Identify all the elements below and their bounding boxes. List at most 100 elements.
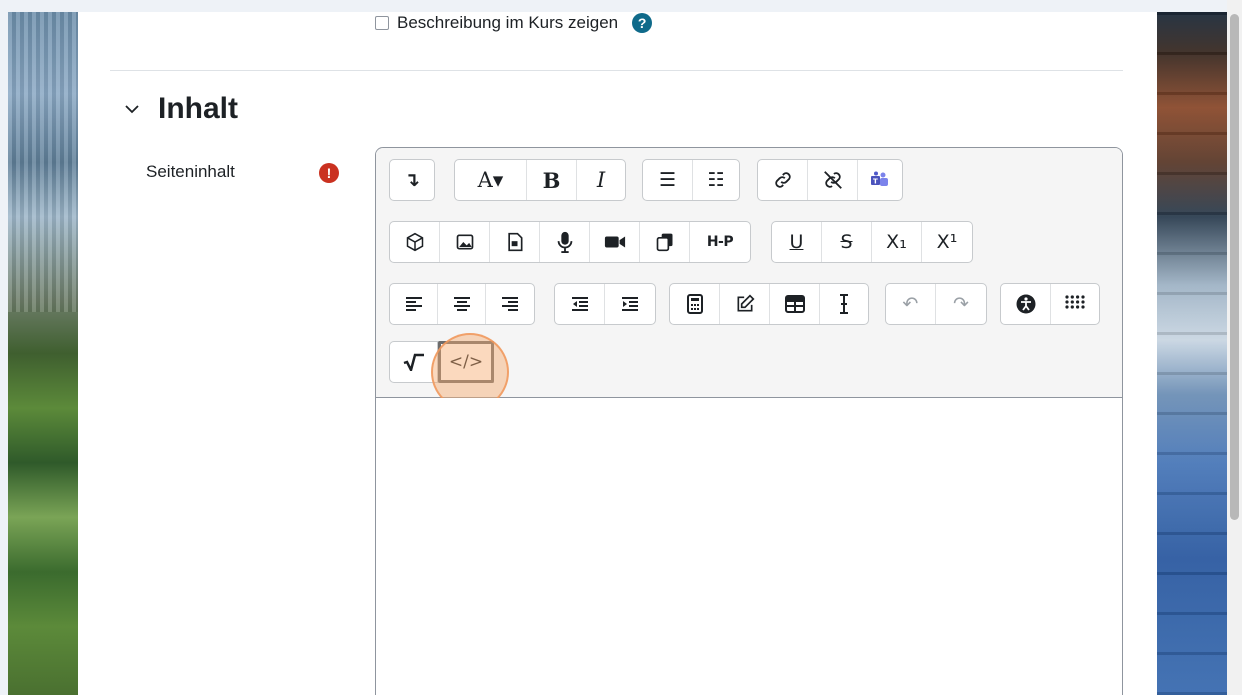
background-image-left bbox=[8, 12, 78, 695]
superscript-icon: X¹ bbox=[936, 231, 958, 253]
teams-meeting-button[interactable]: T bbox=[858, 160, 902, 200]
background-image-right bbox=[1157, 12, 1227, 695]
section-divider bbox=[110, 70, 1123, 71]
svg-text:T: T bbox=[873, 178, 878, 186]
pencil-square-icon bbox=[737, 294, 755, 312]
required-icon: ! bbox=[319, 163, 339, 183]
toolbar-group-tools bbox=[669, 283, 869, 325]
underline-icon: U bbox=[789, 231, 804, 253]
indent-icon bbox=[622, 297, 638, 311]
numbered-list-icon: ☷ bbox=[707, 169, 725, 191]
bullet-list-icon: ☰ bbox=[658, 169, 677, 191]
subscript-icon: X₁ bbox=[886, 231, 907, 253]
toolbar-group-text-style: A▾ B I bbox=[454, 159, 626, 201]
grid-icon bbox=[1065, 295, 1085, 309]
file-media-icon bbox=[507, 232, 522, 252]
calculator-icon bbox=[686, 294, 703, 314]
superscript-button[interactable]: X¹ bbox=[922, 222, 972, 262]
collapse-toolbar-button[interactable]: ↴ bbox=[390, 160, 434, 200]
unlink-icon bbox=[823, 171, 842, 189]
form-panel: Beschreibung im Kurs zeigen ? Inhalt Sei… bbox=[78, 12, 1157, 695]
align-right-icon bbox=[502, 297, 518, 311]
media-button[interactable] bbox=[490, 222, 540, 262]
record-video-button[interactable] bbox=[590, 222, 640, 262]
scrollbar-thumb[interactable] bbox=[1230, 14, 1239, 520]
link-icon bbox=[774, 172, 791, 188]
outdent-button[interactable] bbox=[555, 284, 605, 324]
align-right-button[interactable] bbox=[486, 284, 534, 324]
toolbar-group-align bbox=[389, 283, 535, 325]
h5p-button[interactable]: H-P bbox=[690, 222, 750, 262]
toolbar-group-accessibility bbox=[1000, 283, 1100, 325]
video-camera-icon bbox=[604, 236, 625, 248]
square-root-icon bbox=[403, 353, 424, 371]
show-description-checkbox[interactable] bbox=[375, 16, 389, 30]
record-audio-button[interactable] bbox=[540, 222, 590, 262]
clear-formatting-button[interactable] bbox=[820, 284, 868, 324]
text-cursor-icon bbox=[840, 294, 848, 314]
microphone-icon bbox=[557, 231, 572, 253]
unlink-button[interactable] bbox=[808, 160, 858, 200]
undo-icon: ↶ bbox=[902, 293, 919, 315]
page-content-label: Seiteninhalt bbox=[146, 162, 235, 181]
toolbar-group-equation: </> bbox=[389, 341, 494, 383]
html-source-button[interactable]: </> bbox=[438, 341, 494, 383]
numbered-list-button[interactable]: ☷ bbox=[693, 160, 739, 200]
editor-content-area[interactable] bbox=[376, 398, 1122, 695]
calculator-button[interactable] bbox=[670, 284, 720, 324]
toolbar-group-links: T bbox=[757, 159, 903, 201]
image-icon bbox=[456, 234, 473, 250]
toolbar-group-media: H-P bbox=[389, 221, 751, 263]
undo-button[interactable]: ↶ bbox=[886, 284, 936, 324]
align-center-button[interactable] bbox=[438, 284, 486, 324]
font-style-button[interactable]: A▾ bbox=[455, 160, 527, 200]
section-title: Inhalt bbox=[158, 92, 238, 125]
content-bank-button[interactable] bbox=[390, 222, 440, 262]
bold-button[interactable]: B bbox=[527, 160, 577, 200]
toolbar-group-history: ↶ ↷ bbox=[885, 283, 987, 325]
help-icon[interactable]: ? bbox=[632, 13, 653, 33]
cube-icon bbox=[406, 232, 423, 252]
edit-button[interactable] bbox=[720, 284, 770, 324]
font-style-icon: A▾ bbox=[477, 168, 504, 192]
show-description-label: Beschreibung im Kurs zeigen bbox=[397, 13, 619, 32]
h5p-icon: H-P bbox=[706, 234, 734, 250]
subscript-button[interactable]: X₁ bbox=[872, 222, 922, 262]
align-left-button[interactable] bbox=[390, 284, 438, 324]
collapse-icon: ↴ bbox=[404, 169, 420, 191]
toolbar-group-collapse: ↴ bbox=[389, 159, 435, 201]
accessibility-checker-button[interactable] bbox=[1001, 284, 1051, 324]
align-center-icon bbox=[453, 297, 470, 311]
strikethrough-icon: S bbox=[840, 231, 853, 253]
copy-button[interactable] bbox=[640, 222, 690, 262]
bullet-list-button[interactable]: ☰ bbox=[643, 160, 693, 200]
toolbar-group-text-format: U S X₁ X¹ bbox=[771, 221, 973, 263]
link-button[interactable] bbox=[758, 160, 808, 200]
table-button[interactable] bbox=[770, 284, 820, 324]
show-description-row: Beschreibung im Kurs zeigen ? bbox=[375, 12, 653, 34]
toolbar-group-indent bbox=[554, 283, 656, 325]
underline-button[interactable]: U bbox=[772, 222, 822, 262]
rich-text-editor: ↴ A▾ B I ☰ ☷ T H-P U S X₁ X¹ ↶ ↷ </> bbox=[375, 147, 1123, 695]
italic-button[interactable]: I bbox=[577, 160, 625, 200]
table-icon bbox=[784, 295, 805, 313]
editor-toolbar: ↴ A▾ B I ☰ ☷ T H-P U S X₁ X¹ ↶ ↷ </> bbox=[376, 148, 1122, 411]
teams-icon: T bbox=[871, 171, 888, 186]
strikethrough-button[interactable]: S bbox=[822, 222, 872, 262]
code-icon: </> bbox=[448, 352, 484, 372]
accessibility-icon bbox=[1016, 294, 1035, 314]
image-button[interactable] bbox=[440, 222, 490, 262]
section-header-inhalt[interactable]: Inhalt bbox=[124, 92, 238, 126]
align-left-icon bbox=[405, 297, 422, 311]
more-tools-button[interactable] bbox=[1051, 284, 1099, 324]
outdent-icon bbox=[571, 297, 588, 311]
italic-icon: I bbox=[596, 168, 606, 192]
equation-button[interactable] bbox=[390, 342, 438, 382]
redo-button[interactable]: ↷ bbox=[936, 284, 986, 324]
bold-icon: B bbox=[542, 167, 561, 193]
page-scrollbar[interactable] bbox=[1227, 0, 1242, 695]
chevron-down-icon bbox=[125, 105, 139, 114]
copy-icon bbox=[656, 233, 672, 252]
redo-icon: ↷ bbox=[953, 293, 969, 315]
indent-button[interactable] bbox=[605, 284, 655, 324]
